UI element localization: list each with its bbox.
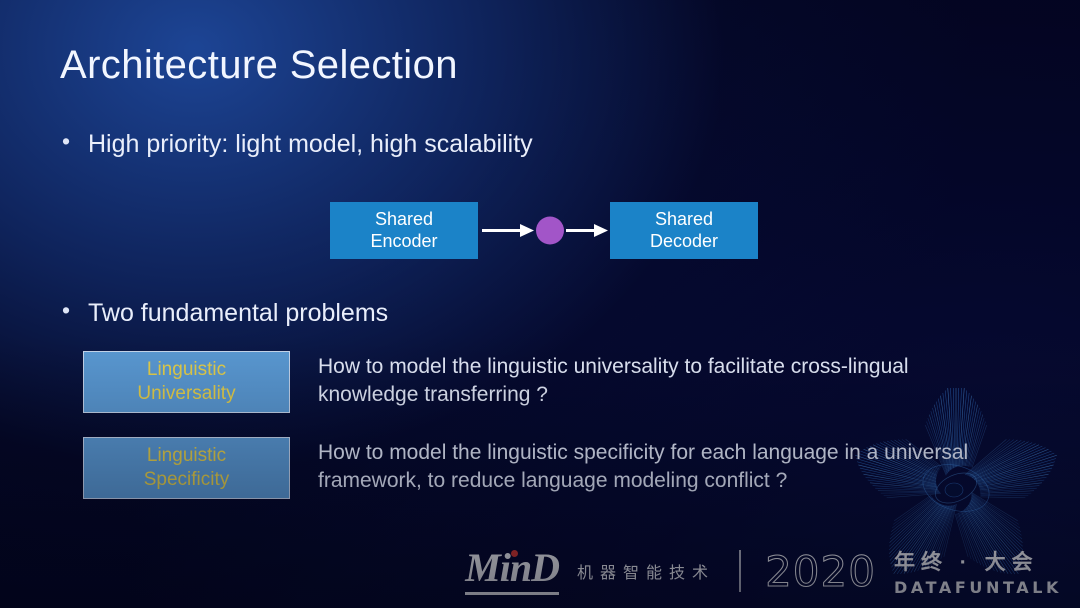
bullet-text-problems: Two fundamental problems: [88, 299, 389, 327]
presentation-slide: Architecture Selection • High priority: …: [0, 0, 1080, 608]
chinese-event-name: 年终 · 大会: [893, 550, 1039, 574]
tag-label-line1: Linguistic: [146, 359, 227, 381]
conference-year: 2020: [765, 546, 876, 596]
shared-encoder-box: Shared Encoder: [330, 202, 478, 259]
shared-node-circle: [536, 216, 564, 245]
bullet-marker-icon: •: [62, 297, 71, 323]
shared-decoder-box: Shared Decoder: [610, 202, 758, 259]
tag-linguistic-universality: Linguistic Universality: [83, 351, 290, 413]
footer-branding-bar: MinD 机器智能技术 2020 年终 · 大会 DATAFUNTALK: [0, 534, 1080, 608]
tag-linguistic-specificity: Linguistic Specificity: [83, 437, 290, 499]
arrow-encoder-to-node: [482, 224, 534, 237]
tag-label-line1: Linguistic: [146, 445, 227, 467]
mind-logo-dot-icon: [511, 549, 519, 557]
mind-logo: MinD: [465, 547, 560, 595]
arrow-node-to-decoder: [566, 224, 608, 237]
tag-label-line2: Universality: [137, 383, 236, 404]
shared-decoder-label-line2: Decoder: [649, 230, 719, 251]
bullet-item-problems: • Two fundamental problems: [62, 299, 388, 328]
diagram-arrows: [482, 216, 608, 245]
slide-title: Architecture Selection: [60, 43, 458, 87]
shared-encoder-label-line1: Shared: [374, 208, 434, 229]
problem-row-specificity: Linguistic Specificity How to model the …: [83, 437, 978, 499]
bullet-item-priority: • High priority: light model, high scala…: [62, 130, 533, 159]
problem-description-specificity: How to model the linguistic specificity …: [318, 441, 969, 492]
encoder-decoder-diagram: Shared Encoder Shared Decoder: [330, 202, 760, 260]
brand-name: DATAFUNTALK: [893, 577, 1062, 597]
chinese-tagline: 机器智能技术: [577, 565, 716, 582]
tag-label-line2: Specificity: [143, 469, 230, 490]
problem-description-universality: How to model the linguistic universality…: [318, 355, 909, 406]
shared-encoder-label-line2: Encoder: [370, 230, 438, 251]
bullet-text-priority: High priority: light model, high scalabi…: [88, 130, 533, 158]
problem-row-universality: Linguistic Universality How to model the…: [83, 351, 978, 413]
footer-divider: [739, 550, 742, 592]
shared-decoder-label-line1: Shared: [654, 208, 714, 229]
bullet-marker-icon: •: [62, 128, 71, 154]
